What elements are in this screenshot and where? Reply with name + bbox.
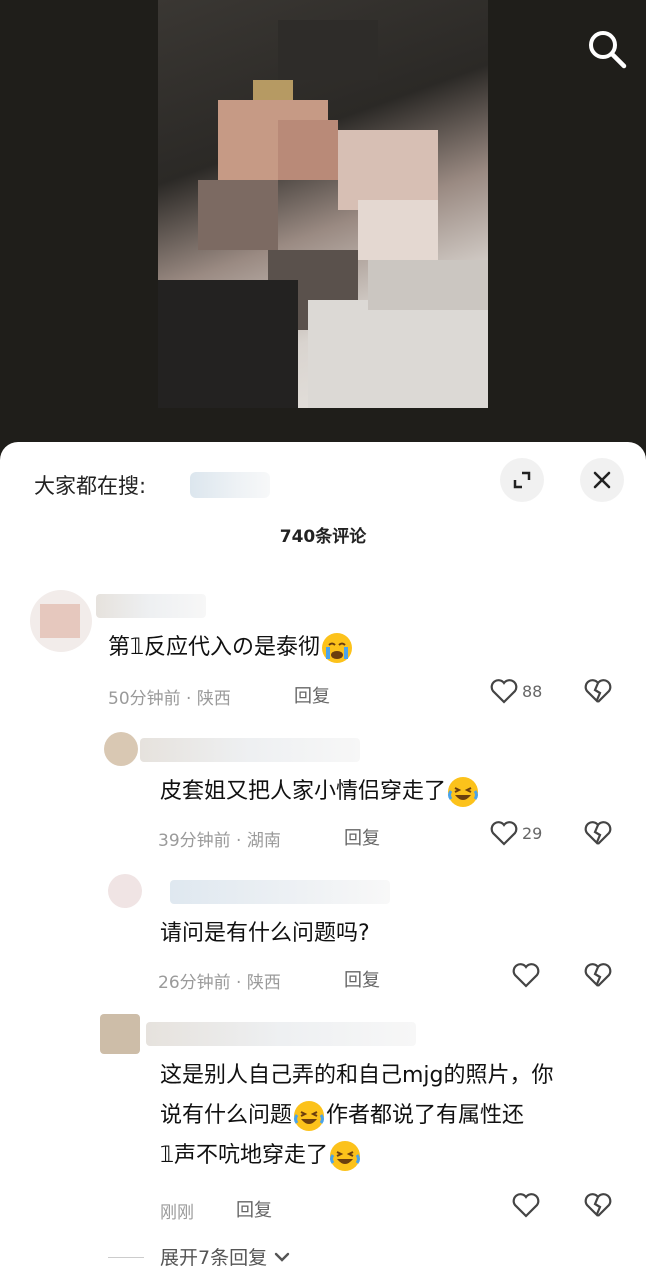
broken-heart-icon	[584, 821, 612, 845]
reply-button[interactable]: 回复	[294, 682, 330, 708]
comment-count-title: 740条评论	[279, 527, 367, 547]
avatar[interactable]	[30, 590, 92, 652]
dislike-button[interactable]	[584, 962, 612, 992]
expand-button[interactable]	[500, 458, 544, 502]
username-blurred[interactable]	[140, 738, 360, 762]
search-icon	[589, 31, 627, 69]
like-button[interactable]	[512, 1192, 540, 1218]
close-icon	[593, 471, 611, 489]
comment-location: 湖南	[246, 831, 281, 851]
search-button[interactable]	[584, 26, 630, 72]
reply-button[interactable]: 回复	[344, 824, 380, 850]
comment-text: 皮套姐又把人家小情侣穿走了	[160, 772, 480, 812]
chevron-down-icon	[274, 1252, 290, 1262]
comment-time: 50分钟前	[108, 689, 181, 709]
comment-meta: 50分钟前 · 陕西	[108, 689, 231, 709]
laughing-tears-emoji-icon	[448, 777, 479, 807]
reply-button[interactable]: 回复	[344, 966, 380, 992]
dislike-button[interactable]	[584, 1192, 612, 1222]
comment-meta: 26分钟前 · 陕西	[158, 973, 281, 993]
heart-icon	[490, 821, 518, 846]
comment-location: 陕西	[246, 973, 281, 993]
like-count: 29	[522, 823, 543, 843]
username-blurred[interactable]	[96, 594, 206, 618]
broken-heart-icon	[584, 1193, 612, 1217]
heart-icon	[512, 963, 540, 988]
heart-icon	[490, 679, 518, 704]
dislike-button[interactable]	[584, 678, 612, 708]
expand-replies-button[interactable]: 展开7条回复	[160, 1243, 291, 1270]
close-button[interactable]	[580, 458, 624, 502]
video-frame-pixelated	[158, 0, 488, 408]
dislike-button[interactable]	[584, 820, 612, 850]
heart-icon	[512, 1193, 540, 1218]
broken-heart-icon	[584, 679, 612, 703]
like-button[interactable]	[512, 962, 540, 988]
search-hint-term-blurred[interactable]	[190, 472, 270, 498]
expand-replies-label: 展开7条回复	[160, 1247, 268, 1269]
avatar[interactable]	[104, 732, 138, 766]
comment-text: 这是别人自己弄的和自己mjg的照片，你 说有什么问题 作者都说了有属性还 𝟙声不吭…	[160, 1056, 620, 1176]
search-hint-label: 大家都在搜:	[34, 474, 147, 498]
avatar[interactable]	[100, 1014, 140, 1054]
like-button[interactable]: 29	[490, 820, 542, 846]
username-blurred[interactable]	[170, 880, 390, 904]
comment-text: 第𝟙反应代入の是泰彻	[108, 628, 354, 668]
like-count: 88	[522, 681, 543, 701]
comment-meta: 39分钟前 · 湖南	[158, 831, 281, 851]
expand-icon	[513, 471, 531, 489]
avatar[interactable]	[108, 874, 142, 908]
video-player[interactable]	[0, 0, 646, 460]
comments-sheet: 大家都在搜: 740条评论 第𝟙反应代入の是泰彻 50分钟前 · 陕西 回复 8…	[0, 442, 646, 1280]
divider	[108, 1257, 144, 1258]
like-button[interactable]: 88	[490, 678, 542, 704]
laughing-tears-emoji-icon	[330, 1141, 360, 1171]
comment-text: 请问是有什么问题吗?	[160, 921, 370, 946]
comment-location: 陕西	[196, 689, 231, 709]
comment-time: 刚刚	[160, 1203, 194, 1223]
comment-time: 39分钟前	[158, 831, 231, 851]
reply-button[interactable]: 回复	[236, 1196, 272, 1222]
broken-heart-icon	[584, 963, 612, 987]
laughing-tears-emoji-icon	[294, 1101, 325, 1131]
username-blurred[interactable]	[146, 1022, 416, 1046]
comment-time: 26分钟前	[158, 973, 231, 993]
crying-emoji-icon	[322, 633, 352, 663]
